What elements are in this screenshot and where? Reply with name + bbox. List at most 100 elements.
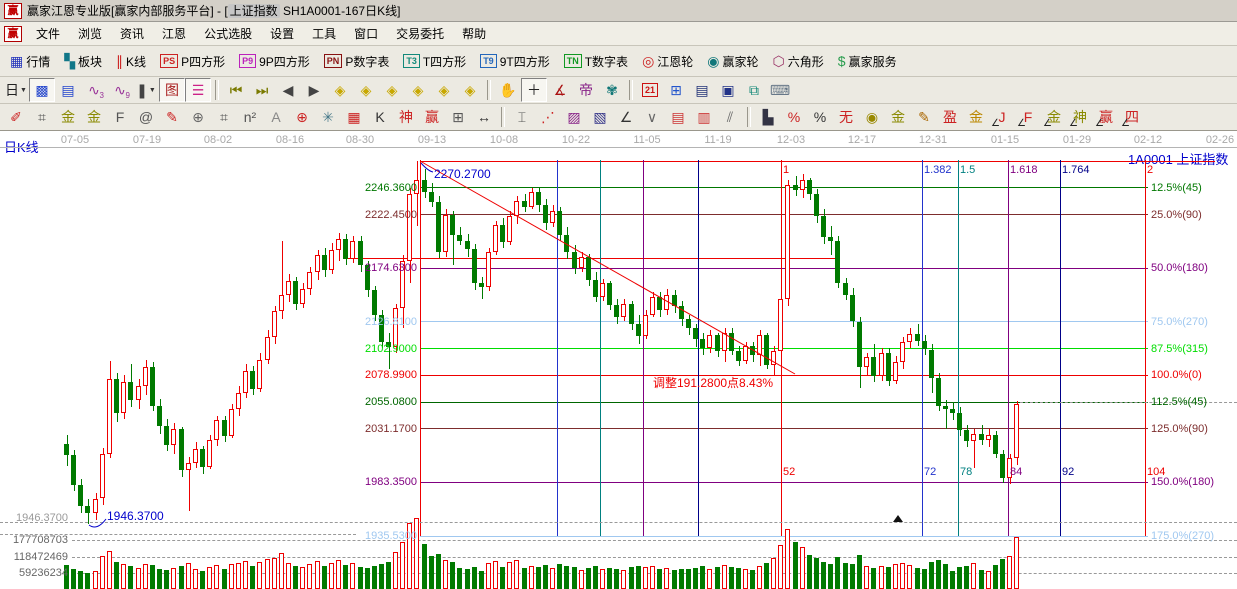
draw-tool-39[interactable]: 金: [963, 105, 989, 129]
candle[interactable]: [300, 289, 305, 304]
volume-bar[interactable]: [186, 563, 191, 589]
prev-bar-button[interactable]: ◀: [275, 78, 301, 102]
draw-tool-33[interactable]: %: [807, 105, 833, 129]
candle[interactable]: [736, 351, 741, 361]
histogram-icon[interactable]: ☰: [185, 78, 211, 102]
candle[interactable]: [507, 216, 512, 242]
candle[interactable]: [257, 360, 262, 389]
candle[interactable]: [450, 215, 455, 235]
volume-bar[interactable]: [821, 562, 826, 589]
candle[interactable]: [193, 449, 198, 462]
candle[interactable]: [536, 192, 541, 205]
candle[interactable]: [607, 283, 612, 304]
gann-wheel-button[interactable]: ◎江恩轮: [635, 50, 700, 73]
candle[interactable]: [1000, 454, 1005, 479]
bar-style-dropdown[interactable]: ❚▼: [133, 78, 159, 102]
volume-bar[interactable]: [107, 551, 112, 589]
volume-bar[interactable]: [336, 560, 341, 589]
draw-tool-44[interactable]: 赢∠: [1093, 105, 1119, 129]
candle[interactable]: [629, 304, 634, 324]
volume-bar[interactable]: [650, 566, 655, 589]
volume-bar[interactable]: [893, 564, 898, 589]
candle[interactable]: [128, 382, 133, 400]
zoom-h-button[interactable]: ◈: [379, 78, 405, 102]
volume-bar[interactable]: [828, 564, 833, 589]
draw-tool-10[interactable]: n²: [237, 105, 263, 129]
volume-bar[interactable]: [864, 566, 869, 589]
draw-tool-6[interactable]: @: [133, 105, 159, 129]
volume-bar[interactable]: [657, 569, 662, 589]
volume-bar[interactable]: [229, 564, 234, 589]
draw-tool-42[interactable]: 金∠: [1041, 105, 1067, 129]
candle[interactable]: [993, 435, 998, 454]
candle[interactable]: [78, 485, 83, 506]
draw-tool-9[interactable]: ⌗: [211, 105, 237, 129]
volume-bar[interactable]: [522, 568, 527, 589]
save-button[interactable]: ▣: [715, 78, 741, 102]
candle[interactable]: [343, 239, 348, 259]
draw-tool-25[interactable]: ∠: [613, 105, 639, 129]
candle[interactable]: [893, 362, 898, 381]
volume-bar[interactable]: [379, 564, 384, 589]
candle[interactable]: [729, 333, 734, 351]
volume-bar[interactable]: [257, 562, 262, 589]
candle[interactable]: [465, 241, 470, 249]
volume-bar[interactable]: [386, 562, 391, 589]
candle[interactable]: [479, 283, 484, 286]
volume-bar[interactable]: [643, 567, 648, 589]
candle-style-dropdown[interactable]: 日▼: [3, 78, 29, 102]
volume-bar[interactable]: [443, 560, 448, 589]
volume-bar[interactable]: [150, 565, 155, 589]
volume-bar[interactable]: [814, 558, 819, 589]
volume-bar[interactable]: [436, 554, 441, 589]
candle[interactable]: [764, 335, 769, 365]
volume-bar[interactable]: [307, 564, 312, 589]
angle-tool[interactable]: ∡: [547, 78, 573, 102]
candle[interactable]: [250, 371, 255, 389]
first-bar-button[interactable]: ⏮: [223, 78, 249, 102]
volume-bar[interactable]: [414, 518, 419, 589]
candle[interactable]: [179, 429, 184, 470]
calendar-button[interactable]: 21: [637, 78, 663, 102]
menu-item-10[interactable]: 帮助: [453, 22, 495, 45]
volume-bar[interactable]: [1014, 537, 1019, 589]
candle[interactable]: [229, 409, 234, 436]
candle[interactable]: [707, 335, 712, 348]
candle[interactable]: [771, 351, 776, 366]
volume-bar[interactable]: [679, 569, 684, 589]
hand-tool[interactable]: ✋: [495, 78, 521, 102]
volume-bar[interactable]: [800, 547, 805, 589]
candle[interactable]: [307, 272, 312, 289]
volume-bar[interactable]: [886, 567, 891, 589]
volume-bar[interactable]: [457, 568, 462, 589]
candle[interactable]: [821, 216, 826, 237]
candle[interactable]: [979, 434, 984, 441]
candle[interactable]: [757, 335, 762, 355]
zoom-full-button[interactable]: ◈: [457, 78, 483, 102]
volume-bar[interactable]: [550, 568, 555, 589]
volume-bar[interactable]: [293, 566, 298, 589]
volume-bar[interactable]: [857, 555, 862, 589]
candle[interactable]: [121, 382, 126, 413]
menu-item-6[interactable]: 设置: [261, 22, 303, 45]
draw-tool-13[interactable]: ✳: [315, 105, 341, 129]
candle[interactable]: [543, 205, 548, 223]
volume-bar[interactable]: [171, 568, 176, 589]
volume-bar[interactable]: [729, 567, 734, 589]
candle[interactable]: [322, 255, 327, 270]
candle[interactable]: [886, 353, 891, 381]
volume-bar[interactable]: [236, 563, 241, 589]
candle[interactable]: [693, 328, 698, 339]
candle[interactable]: [157, 406, 162, 426]
candle[interactable]: [800, 180, 805, 190]
candle[interactable]: [429, 192, 434, 202]
candle[interactable]: [915, 334, 920, 341]
mesh-icon[interactable]: ▩: [29, 78, 55, 102]
volume-bar[interactable]: [422, 544, 427, 589]
candle[interactable]: [950, 409, 955, 413]
candle[interactable]: [636, 324, 641, 336]
volume-bar[interactable]: [715, 567, 720, 589]
volume-bar[interactable]: [500, 567, 505, 589]
volume-bar[interactable]: [835, 557, 840, 589]
candle[interactable]: [600, 283, 605, 296]
